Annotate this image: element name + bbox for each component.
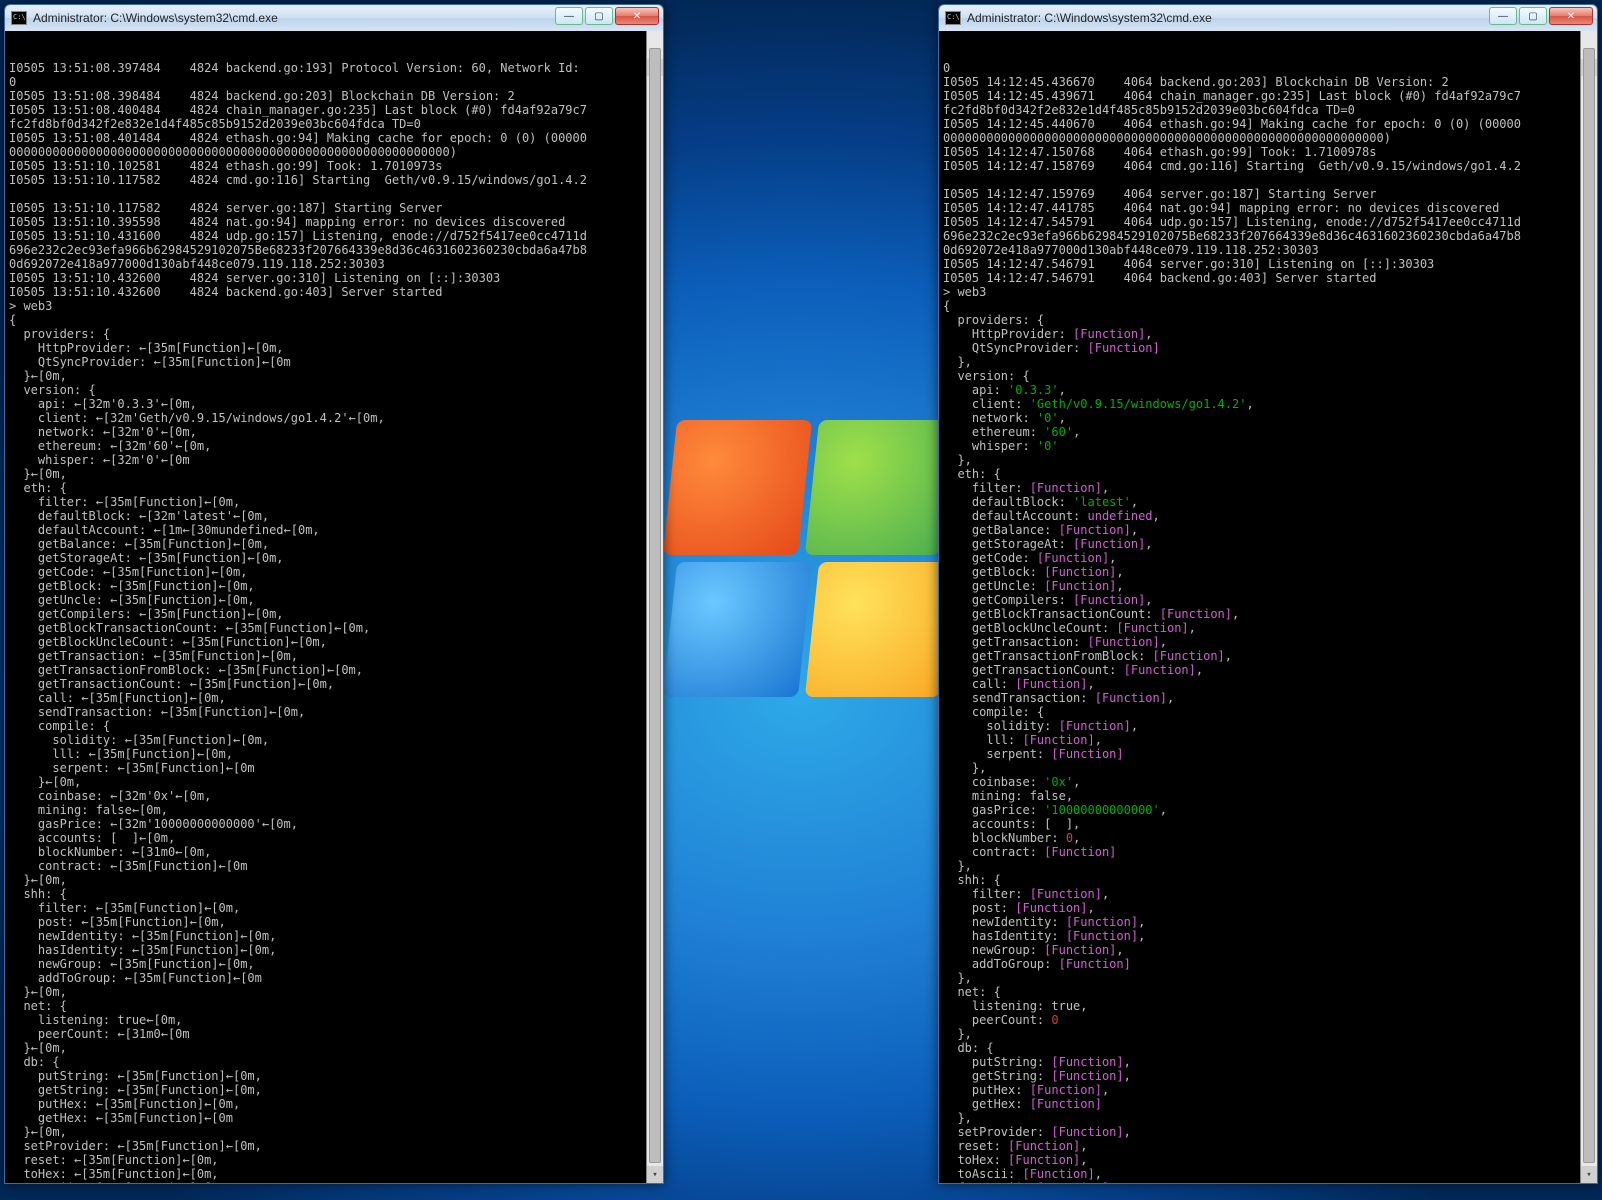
- terminal-right[interactable]: 0 I0505 14:12:45.436670 4064 backend.go:…: [939, 31, 1597, 1183]
- maximize-button[interactable]: ▢: [585, 7, 613, 25]
- scrollbar[interactable]: ▴ ▾: [646, 31, 663, 1183]
- close-button[interactable]: ✕: [615, 7, 659, 25]
- close-button[interactable]: ✕: [1549, 7, 1593, 25]
- scroll-down-icon[interactable]: ▾: [1581, 1166, 1597, 1183]
- scroll-thumb[interactable]: [1583, 48, 1595, 1163]
- cmd-icon: [11, 11, 27, 25]
- cmd-window-left: Administrator: C:\Windows\system32\cmd.e…: [4, 4, 664, 1184]
- maximize-button[interactable]: ▢: [1519, 7, 1547, 25]
- titlebar-left[interactable]: Administrator: C:\Windows\system32\cmd.e…: [5, 5, 663, 31]
- windows-logo: [670, 420, 950, 700]
- minimize-button[interactable]: —: [555, 7, 583, 25]
- title-text: Administrator: C:\Windows\system32\cmd.e…: [33, 11, 278, 25]
- titlebar-right[interactable]: Administrator: C:\Windows\system32\cmd.e…: [939, 5, 1597, 31]
- minimize-button[interactable]: —: [1489, 7, 1517, 25]
- terminal-content: 0 I0505 14:12:45.436670 4064 backend.go:…: [943, 61, 1593, 1183]
- cmd-window-right: Administrator: C:\Windows\system32\cmd.e…: [938, 4, 1598, 1184]
- scrollbar[interactable]: ▴ ▾: [1580, 31, 1597, 1183]
- scroll-down-icon[interactable]: ▾: [647, 1166, 663, 1183]
- terminal-content: I0505 13:51:08.397484 4824 backend.go:19…: [9, 61, 659, 1183]
- cmd-icon: [945, 11, 961, 25]
- title-text: Administrator: C:\Windows\system32\cmd.e…: [967, 11, 1212, 25]
- scroll-thumb[interactable]: [649, 48, 661, 1163]
- terminal-left[interactable]: I0505 13:51:08.397484 4824 backend.go:19…: [5, 31, 663, 1183]
